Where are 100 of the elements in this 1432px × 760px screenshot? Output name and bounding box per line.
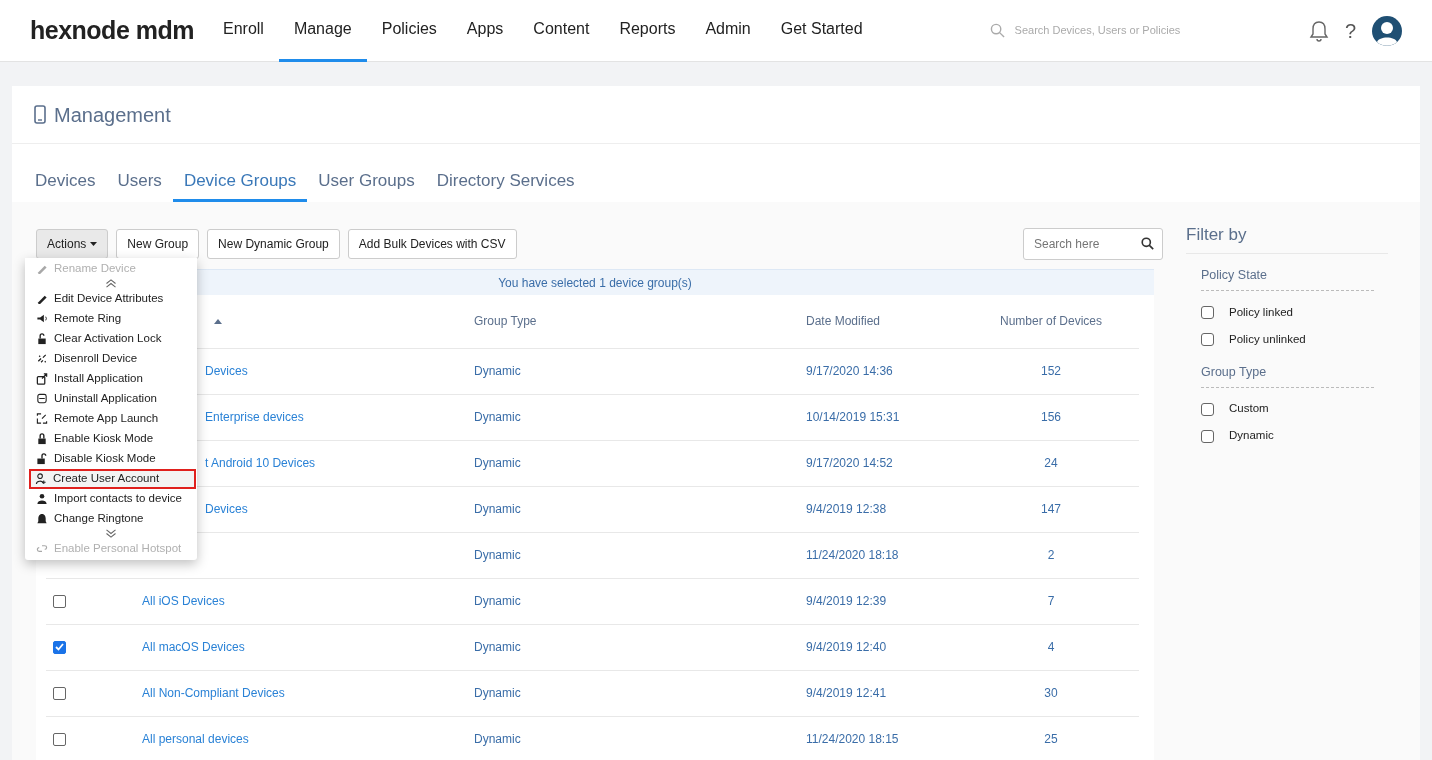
toolbar-button[interactable]: New Group <box>116 228 200 259</box>
table-cell-text: Dynamic <box>474 363 522 380</box>
table-cell-text: 30 <box>1043 685 1059 702</box>
table-cell-text: Dynamic <box>474 501 522 518</box>
help-icon[interactable]: ? <box>1344 15 1356 46</box>
checkbox[interactable] <box>53 732 66 746</box>
avatar-icon[interactable] <box>1372 15 1402 46</box>
page-title: Management <box>54 102 171 128</box>
sort-ascending-icon[interactable] <box>214 319 222 325</box>
padlock-icon <box>36 432 48 445</box>
checkbox[interactable] <box>53 594 66 608</box>
checkbox-label: Policy unlinked <box>1229 331 1306 347</box>
table-cell-text: 11/24/2020 18:15 <box>806 731 900 748</box>
nav-link[interactable]: Manage <box>278 0 367 62</box>
tab[interactable]: Users <box>106 168 173 202</box>
nav-link[interactable]: Admin <box>690 0 766 62</box>
table-cell-text: 10/14/2019 15:31 <box>806 409 901 426</box>
group-name-link[interactable]: Devices <box>205 502 248 516</box>
column-header[interactable]: Date Modified <box>806 312 986 330</box>
checkbox-label: Dynamic <box>1229 428 1274 444</box>
table-cell-text: Dynamic <box>474 593 522 610</box>
filter-heading: Policy State <box>1201 266 1374 291</box>
checkbox[interactable] <box>1201 305 1214 319</box>
table-cell-text: 9/4/2019 12:40 <box>806 639 888 656</box>
menu-item[interactable]: Remote App Launch <box>25 408 197 429</box>
nav-link[interactable]: Get Started <box>765 0 878 62</box>
search-icon <box>989 23 1005 38</box>
group-name-link[interactable]: All macOS Devices <box>142 640 245 654</box>
nav-link[interactable]: Policies <box>366 0 452 62</box>
filter-heading: Group Type <box>1201 362 1374 388</box>
toolbar-button[interactable]: Add Bulk Devices with CSV <box>347 228 517 259</box>
nav-link[interactable]: Content <box>518 0 605 62</box>
toolbar-button[interactable]: New Dynamic Group <box>207 228 340 259</box>
nav-link[interactable]: Reports <box>604 0 691 62</box>
table-cell-text: 9/17/2020 14:36 <box>806 363 894 380</box>
minus-box-icon <box>36 392 48 405</box>
menu-item[interactable]: Clear Activation Lock <box>25 328 197 349</box>
share-icon <box>36 372 48 385</box>
launch-icon <box>36 412 48 425</box>
table-cell-text: 2 <box>1046 547 1056 564</box>
table-cell-text: 156 <box>1040 409 1062 426</box>
menu-item[interactable]: Remote Ring <box>25 308 197 329</box>
nav-link[interactable]: Enroll <box>208 0 279 62</box>
menu-item[interactable]: Uninstall Application <box>25 388 197 409</box>
group-name-link[interactable]: t Android 10 Devices <box>205 456 316 470</box>
bell-icon <box>36 512 48 525</box>
broken-link-icon <box>36 352 48 365</box>
actions-button[interactable]: Actions <box>36 228 109 259</box>
menu-item[interactable]: Import contacts to device <box>25 488 197 509</box>
table-cell-text: Dynamic <box>474 409 522 426</box>
speaker-icon <box>36 312 48 325</box>
column-header[interactable]: Group Type <box>474 312 806 330</box>
group-name-link[interactable]: All iOS Devices <box>142 594 225 608</box>
table-cell-text: Dynamic <box>474 685 522 702</box>
table-cell-text: 24 <box>1043 455 1059 472</box>
menu-item[interactable]: Enable Kiosk Mode <box>25 428 197 449</box>
checkbox-label: Custom <box>1229 401 1269 417</box>
group-name-link[interactable]: All Non-Compliant Devices <box>142 686 285 700</box>
tab[interactable]: Directory Services <box>425 168 586 202</box>
table-cell-text: 9/4/2019 12:38 <box>806 501 888 518</box>
bell-icon[interactable] <box>1308 19 1329 42</box>
brand-logo[interactable]: hexnode mdm <box>30 11 194 50</box>
phone-icon <box>34 105 46 124</box>
table-cell-text: 9/17/2020 14:52 <box>806 455 894 472</box>
user-plus-icon <box>35 472 47 485</box>
table-cell-text: 11/24/2020 18:18 <box>806 547 900 564</box>
menu-item[interactable]: Change Ringtone <box>25 508 197 529</box>
search-field[interactable]: Search here <box>1023 227 1163 260</box>
group-name-link[interactable]: All personal devices <box>142 732 249 746</box>
group-name-link[interactable]: Devices <box>205 364 248 378</box>
menu-item[interactable]: Create User Account <box>29 468 196 489</box>
link-icon <box>36 542 48 555</box>
scroll-down-icon[interactable] <box>105 529 117 538</box>
tab[interactable]: Devices <box>24 168 107 202</box>
table-cell-text: 9/4/2019 12:41 <box>806 685 888 702</box>
checkbox[interactable] <box>1201 332 1214 346</box>
scroll-up-icon[interactable] <box>105 279 117 288</box>
group-name-link[interactable]: Enterprise devices <box>205 410 304 424</box>
column-header[interactable]: Number of Devices <box>986 312 1139 330</box>
table-cell-text: 25 <box>1043 731 1059 748</box>
caret-icon <box>90 241 98 246</box>
table-cell-text: Dynamic <box>474 455 522 472</box>
table-cell-text: 9/4/2019 12:39 <box>806 593 888 610</box>
checkbox[interactable] <box>1201 402 1214 416</box>
filter-title: Filter by <box>1186 221 1388 254</box>
table-cell-text: 7 <box>1046 593 1056 610</box>
checkbox[interactable] <box>53 640 66 654</box>
menu-item[interactable]: Disable Kiosk Mode <box>25 448 197 469</box>
open-padlock-icon <box>36 452 48 465</box>
table-cell-text: 152 <box>1040 363 1062 380</box>
padlock-icon <box>36 332 48 345</box>
person-icon <box>36 492 48 505</box>
table-cell-text: Dynamic <box>474 547 522 564</box>
tab[interactable]: User Groups <box>307 168 426 202</box>
checkbox[interactable] <box>1201 429 1214 443</box>
table-cell-text: Dynamic <box>474 731 522 748</box>
nav-link[interactable]: Apps <box>451 0 519 62</box>
checkbox[interactable] <box>53 686 66 700</box>
menu-item[interactable]: Install Application <box>25 368 197 389</box>
menu-item[interactable]: Disenroll Device <box>25 348 197 369</box>
